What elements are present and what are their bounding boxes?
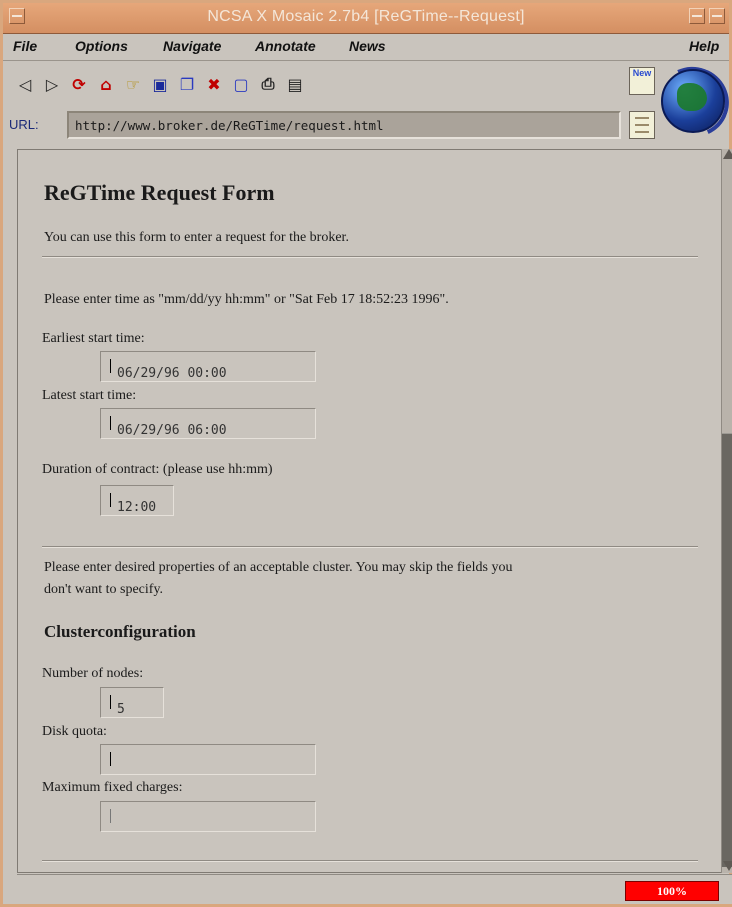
nodes-input[interactable]: 5 bbox=[100, 687, 164, 718]
url-row: URL: http://www.broker.de/ReGTime/reques… bbox=[9, 111, 621, 139]
print-icon[interactable]: ⎙ bbox=[256, 72, 280, 96]
menu-navigate[interactable]: Navigate bbox=[163, 38, 221, 54]
intro-text: You can use this form to enter a request… bbox=[44, 230, 349, 245]
url-text: http://www.broker.de/ReGTime/request.htm… bbox=[75, 118, 384, 133]
new-icon-label: New bbox=[632, 68, 652, 78]
reload-icon[interactable]: ⟳ bbox=[67, 72, 91, 96]
toolbar-icons: ◁ ▷ ⟳ ⌂ ☞ ▣ ❐ ✖ ▢ ⎙ ▤ bbox=[13, 69, 310, 99]
scroll-thumb[interactable] bbox=[722, 433, 732, 867]
duration-input[interactable]: 12:00 bbox=[100, 485, 174, 516]
menu-annotate[interactable]: Annotate bbox=[255, 38, 316, 54]
time-instructions: Please enter time as "mm/dd/yy hh:mm" or… bbox=[44, 292, 449, 307]
divider-1 bbox=[42, 256, 698, 258]
divider-3 bbox=[42, 860, 698, 862]
document-view: ReGTime Request Form You can use this fo… bbox=[17, 149, 721, 873]
globe-icon[interactable] bbox=[661, 69, 725, 133]
url-input[interactable]: http://www.broker.de/ReGTime/request.htm… bbox=[67, 111, 621, 139]
cluster-heading: Clusterconfiguration bbox=[44, 622, 196, 641]
menu-help[interactable]: Help bbox=[689, 38, 719, 54]
page-title: ReGTime Request Form bbox=[44, 180, 275, 205]
earliest-label: Earliest start time: bbox=[42, 331, 145, 346]
menu-bar: File Options Navigate Annotate News Help bbox=[3, 34, 729, 61]
earliest-value: 06/29/96 00:00 bbox=[117, 366, 227, 381]
open-icon[interactable]: ☞ bbox=[121, 72, 145, 96]
save-icon[interactable]: ▣ bbox=[148, 72, 172, 96]
latest-start-input[interactable]: 06/29/96 06:00 bbox=[100, 408, 316, 439]
close-window-icon[interactable]: ✖ bbox=[202, 72, 226, 96]
forward-arrow-icon[interactable]: ▷ bbox=[40, 72, 64, 96]
title-bar[interactable]: NCSA X Mosaic 2.7b4 [ReGTime--Request] bbox=[3, 3, 729, 34]
max-charges-input[interactable] bbox=[100, 801, 316, 832]
back-arrow-icon[interactable]: ◁ bbox=[13, 72, 37, 96]
clone-icon[interactable]: ❐ bbox=[175, 72, 199, 96]
disk-quota-label: Disk quota: bbox=[42, 724, 107, 739]
window-title: NCSA X Mosaic 2.7b4 [ReGTime--Request] bbox=[207, 8, 525, 25]
document-icon[interactable]: ▤ bbox=[283, 72, 307, 96]
home-icon[interactable]: ⌂ bbox=[94, 72, 118, 96]
properties-text-1: Please enter desired properties of an ac… bbox=[44, 560, 513, 575]
menu-file[interactable]: File bbox=[13, 38, 37, 54]
menu-news[interactable]: News bbox=[349, 38, 386, 54]
browser-window: NCSA X Mosaic 2.7b4 [ReGTime--Request] F… bbox=[0, 0, 732, 907]
scroll-down-arrow-icon[interactable] bbox=[723, 861, 732, 871]
status-bar: 100% bbox=[17, 874, 732, 904]
progress-text: 100% bbox=[657, 884, 687, 898]
latest-label: Latest start time: bbox=[42, 388, 137, 403]
nodes-value: 5 bbox=[117, 702, 125, 717]
progress-indicator: 100% bbox=[625, 881, 719, 901]
maximize-button[interactable] bbox=[709, 8, 725, 24]
toolbar-right: New bbox=[623, 56, 732, 148]
charges-label: Maximum fixed charges: bbox=[42, 780, 183, 795]
toolbar: ◁ ▷ ⟳ ⌂ ☞ ▣ ❐ ✖ ▢ ⎙ ▤ URL: http://www.br… bbox=[3, 61, 623, 147]
duration-value: 12:00 bbox=[117, 500, 157, 515]
duration-label: Duration of contract: (please use hh:mm) bbox=[42, 462, 273, 477]
earliest-start-input[interactable]: 06/29/96 00:00 bbox=[100, 351, 316, 382]
new-icon[interactable]: New bbox=[629, 67, 655, 95]
properties-text-2: don't want to specify. bbox=[44, 582, 164, 597]
divider-2 bbox=[42, 546, 698, 548]
minimize-button[interactable] bbox=[689, 8, 705, 24]
url-label: URL: bbox=[9, 117, 39, 132]
menu-options[interactable]: Options bbox=[75, 38, 128, 54]
disk-quota-input[interactable] bbox=[100, 744, 316, 775]
new-page-icon[interactable]: ▢ bbox=[229, 72, 253, 96]
scroll-up-arrow-icon[interactable] bbox=[723, 149, 732, 159]
annotation-icon[interactable] bbox=[629, 111, 655, 139]
latest-value: 06/29/96 06:00 bbox=[117, 423, 227, 438]
vertical-scrollbar[interactable] bbox=[721, 149, 732, 873]
nodes-label: Number of nodes: bbox=[42, 666, 144, 681]
